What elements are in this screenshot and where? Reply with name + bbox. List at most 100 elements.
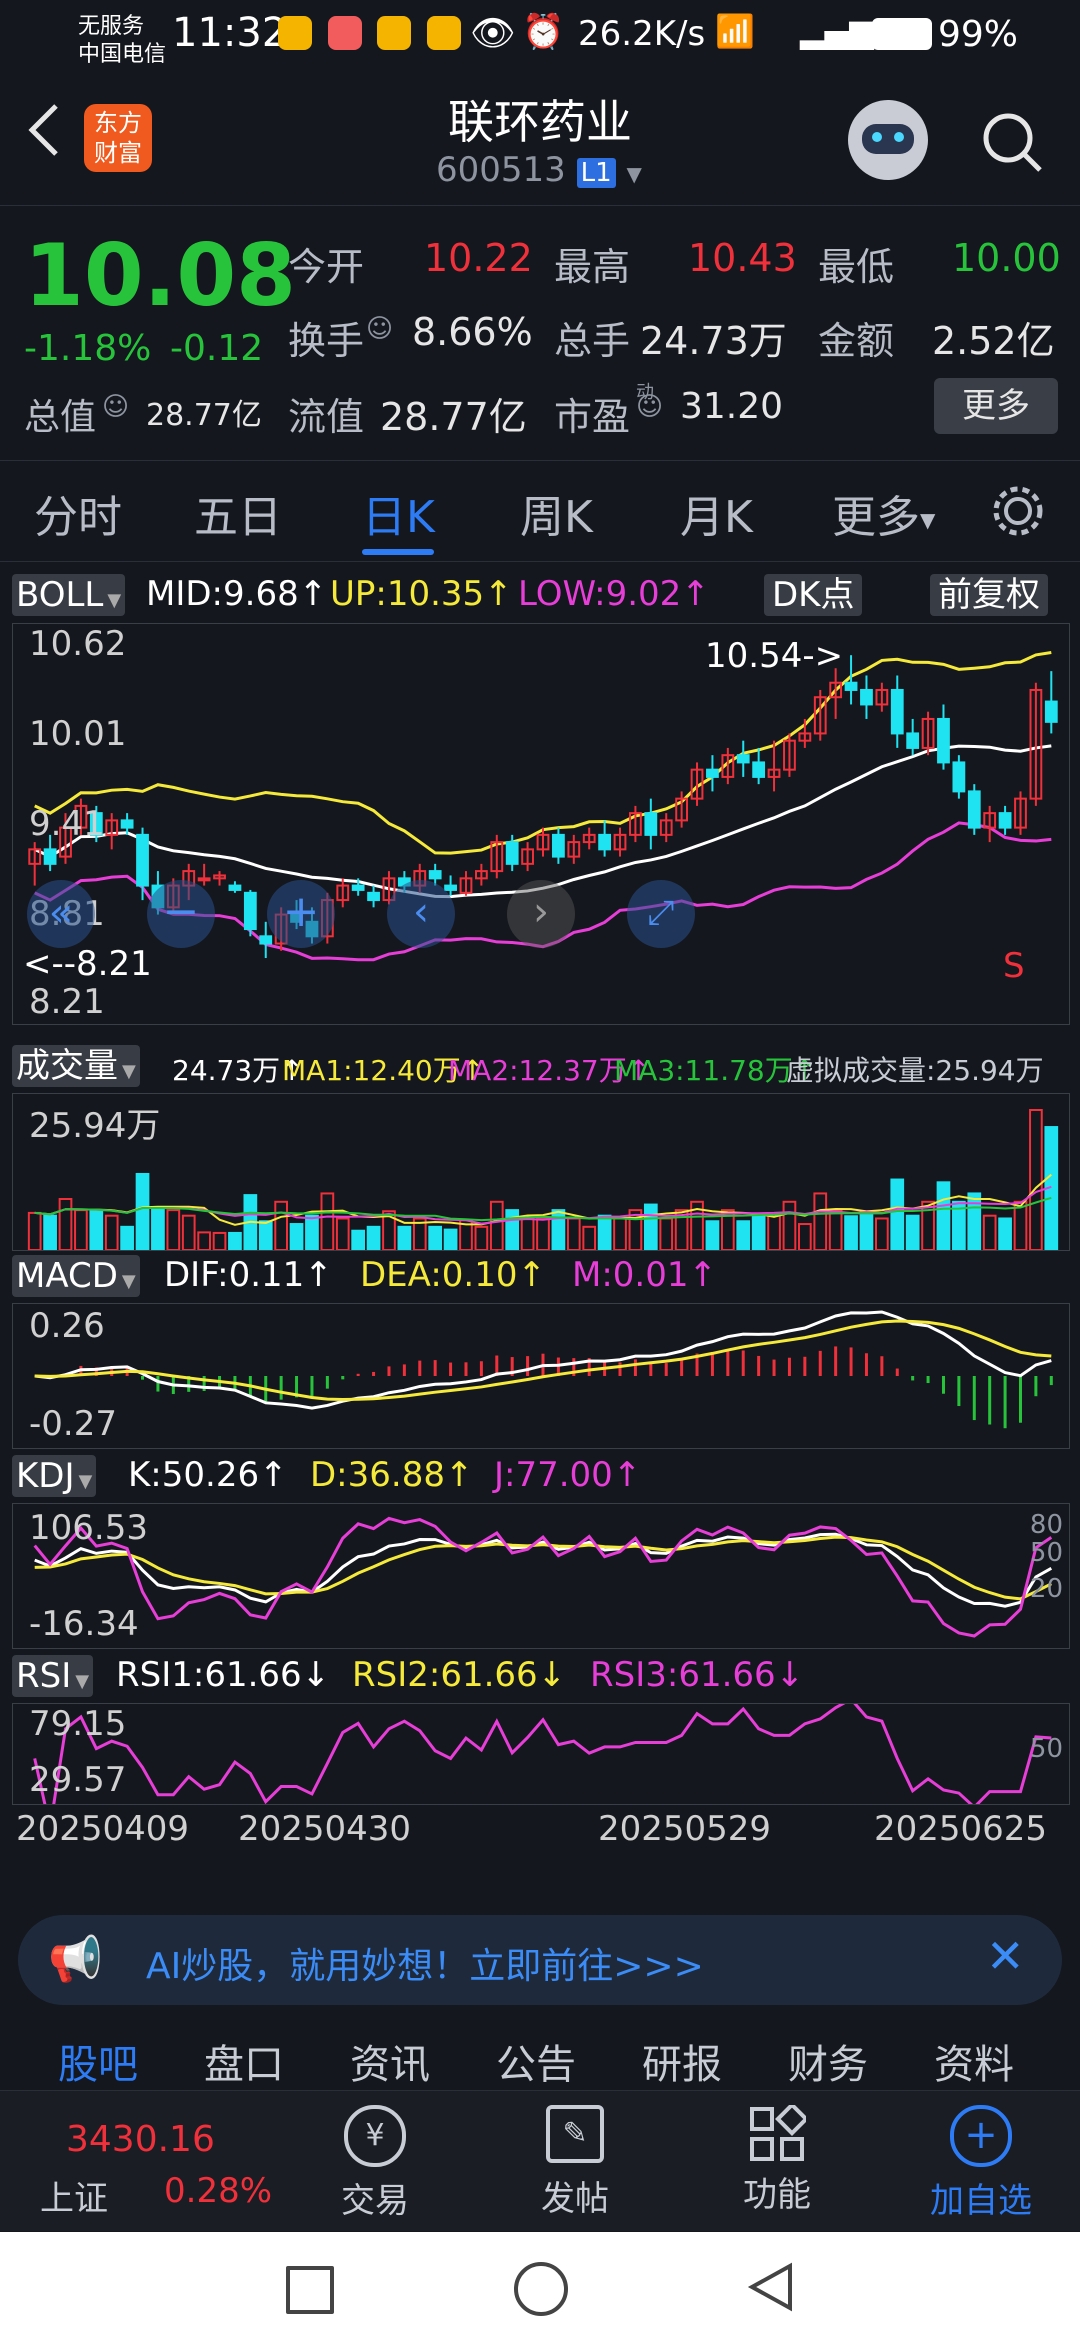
info-icon[interactable]: ☺ bbox=[102, 392, 129, 422]
tab-news[interactable]: 资讯 bbox=[350, 2032, 430, 2090]
info-icon[interactable]: ☺ bbox=[366, 314, 393, 344]
right-tick-label: 80 bbox=[1029, 1510, 1063, 1540]
adjust-button[interactable]: 前复权 bbox=[930, 574, 1048, 616]
right-tick-label: 20 bbox=[1029, 1574, 1063, 1604]
fullscreen-icon[interactable]: ⤢ bbox=[627, 880, 695, 948]
kdj-panel[interactable]: 106.53 -16.34 80 50 20 bbox=[12, 1503, 1070, 1649]
tab-research[interactable]: 研报 bbox=[642, 2032, 722, 2090]
candlestick-chart[interactable] bbox=[13, 624, 1069, 1024]
tab-order-book[interactable]: 盘口 bbox=[204, 2032, 284, 2090]
rsi-name: RSI bbox=[16, 1656, 72, 1696]
macd-panel[interactable]: 0.26 -0.27 bbox=[12, 1303, 1070, 1449]
kdj-indicator-button[interactable]: KDJ ▼ bbox=[12, 1455, 97, 1497]
tab-profile[interactable]: 资料 bbox=[934, 2032, 1014, 2090]
candle bbox=[598, 833, 612, 851]
status-bar: 无服务 中国电信 11:32 👁 ⏰ 26.2K/s 📶 ▂▄▆ 99% bbox=[0, 0, 1080, 75]
ai-promo-banner[interactable]: 📢 AI炒股，就用妙想！立即前往>>> ✕ bbox=[18, 1915, 1062, 2005]
chevron-down-icon: ▼ bbox=[78, 1471, 93, 1492]
stock-code-row[interactable]: 600513 L1 ▼ bbox=[436, 150, 642, 190]
y-tick-label: 10.62 bbox=[29, 624, 127, 664]
candle bbox=[752, 761, 766, 778]
boll-mid: MID:9.68↑ bbox=[146, 574, 328, 614]
boll-indicator-button[interactable]: BOLL ▼ bbox=[12, 574, 126, 616]
candle bbox=[120, 819, 134, 829]
post-button[interactable]: ✎ 发帖 bbox=[520, 2105, 630, 2225]
volume-bar bbox=[104, 1214, 119, 1250]
volume-bar bbox=[536, 1217, 550, 1250]
yen-icon: ¥ bbox=[344, 2105, 406, 2167]
volume-panel[interactable]: 25.94万 bbox=[12, 1093, 1070, 1251]
volume-bar bbox=[320, 1192, 335, 1250]
turnover-value: 8.66% bbox=[412, 310, 533, 354]
more-button[interactable]: 更多 bbox=[934, 378, 1058, 434]
functions-button[interactable]: 功能 bbox=[722, 2102, 832, 2225]
y-tick-label: 25.94万 bbox=[29, 1106, 161, 1146]
tab-intraday[interactable]: 分时 bbox=[34, 481, 122, 545]
volume-chart[interactable] bbox=[13, 1094, 1069, 1250]
volume-bar bbox=[274, 1200, 289, 1250]
tab-finance[interactable]: 财务 bbox=[788, 2032, 868, 2090]
volume-bar bbox=[551, 1209, 566, 1250]
volume-bar bbox=[305, 1214, 319, 1250]
volume-bar bbox=[335, 1217, 350, 1250]
adjust-label: 前复权 bbox=[938, 575, 1040, 615]
candlestick-panel[interactable]: 10.62 10.01 9.41 8.81 8.21 10.54-> <--8.… bbox=[12, 623, 1070, 1025]
volume-bar bbox=[967, 1192, 982, 1250]
tab-weekly-k[interactable]: 周K bbox=[520, 481, 593, 545]
rsi-indicator-button[interactable]: RSI ▼ bbox=[12, 1655, 94, 1697]
macd-indicator-button[interactable]: MACD ▼ bbox=[12, 1255, 140, 1297]
ai-banner-text[interactable]: AI炒股，就用妙想！立即前往>>> bbox=[146, 1937, 704, 1989]
candle bbox=[259, 935, 273, 945]
volume-bar bbox=[151, 1206, 165, 1250]
amount-value: 2.52亿 bbox=[932, 319, 1055, 363]
robot-avatar-icon[interactable] bbox=[848, 100, 928, 180]
info-icon[interactable]: ☺ bbox=[636, 392, 663, 422]
tab-forum[interactable]: 股吧 bbox=[58, 2032, 138, 2090]
scroll-left-button[interactable]: ‹ bbox=[387, 880, 455, 948]
back-nav-icon[interactable] bbox=[744, 2260, 798, 2314]
index-widget[interactable]: 3430.16 上证 0.28% bbox=[20, 2111, 280, 2221]
kdj-chart[interactable] bbox=[13, 1504, 1069, 1648]
candle bbox=[136, 833, 149, 887]
rsi-chart[interactable] bbox=[13, 1704, 1069, 1804]
trade-button[interactable]: ¥ 交易 bbox=[320, 2105, 430, 2225]
battery-icon bbox=[872, 18, 932, 50]
scroll-right-button[interactable]: › bbox=[507, 880, 575, 948]
zoom-in-button[interactable]: + bbox=[267, 880, 335, 948]
volume-bar bbox=[43, 1214, 57, 1250]
tab-more[interactable]: 更多▼ bbox=[832, 481, 935, 545]
candle bbox=[367, 891, 380, 902]
plus-circle-icon: + bbox=[950, 2105, 1012, 2167]
volume-indicator-button[interactable]: 成交量 ▼ bbox=[12, 1045, 140, 1087]
min-price-note: <--8.21 bbox=[23, 944, 152, 984]
tab-five-day[interactable]: 五日 bbox=[194, 481, 282, 545]
tab-announcements[interactable]: 公告 bbox=[496, 2032, 576, 2090]
zoom-out-button[interactable]: − bbox=[147, 880, 215, 948]
mktcap-label: 总值 bbox=[24, 397, 97, 438]
system-nav-bar bbox=[0, 2232, 1080, 2340]
close-icon[interactable]: ✕ bbox=[986, 1929, 1025, 1983]
volume-bar bbox=[135, 1172, 150, 1250]
home-icon[interactable] bbox=[514, 2262, 568, 2316]
recent-apps-icon[interactable] bbox=[286, 2266, 334, 2314]
macd-dea: DEA:0.10↑ bbox=[360, 1255, 546, 1295]
settings-gear-icon[interactable] bbox=[990, 483, 1046, 539]
add-watchlist-button[interactable]: + 加自选 bbox=[916, 2105, 1046, 2225]
volume-bar bbox=[212, 1231, 227, 1250]
volume-bar bbox=[890, 1178, 905, 1250]
volume-bar bbox=[659, 1217, 674, 1250]
candle bbox=[860, 688, 873, 706]
candle bbox=[644, 812, 658, 836]
rsi-panel[interactable]: 79.15 29.57 50 bbox=[12, 1703, 1070, 1805]
volume-label: 总手 bbox=[554, 319, 631, 363]
kline-chart-area[interactable]: BOLL ▼ MID:9.68↑ UP:10.35↑ LOW:9.02↑ DK点 … bbox=[0, 565, 1080, 1895]
macd-chart[interactable] bbox=[13, 1304, 1069, 1448]
rsi-2: RSI2:61.66↓ bbox=[352, 1655, 567, 1695]
tab-daily-k[interactable]: 日K bbox=[362, 481, 435, 545]
scroll-left-fast-button[interactable]: « bbox=[27, 880, 95, 948]
tab-monthly-k[interactable]: 月K bbox=[680, 481, 753, 545]
dk-point-button[interactable]: DK点 bbox=[764, 574, 863, 616]
macd-dif: DIF:0.11↑ bbox=[164, 1255, 333, 1295]
search-icon[interactable] bbox=[980, 110, 1044, 174]
volume-bar bbox=[27, 1211, 42, 1250]
